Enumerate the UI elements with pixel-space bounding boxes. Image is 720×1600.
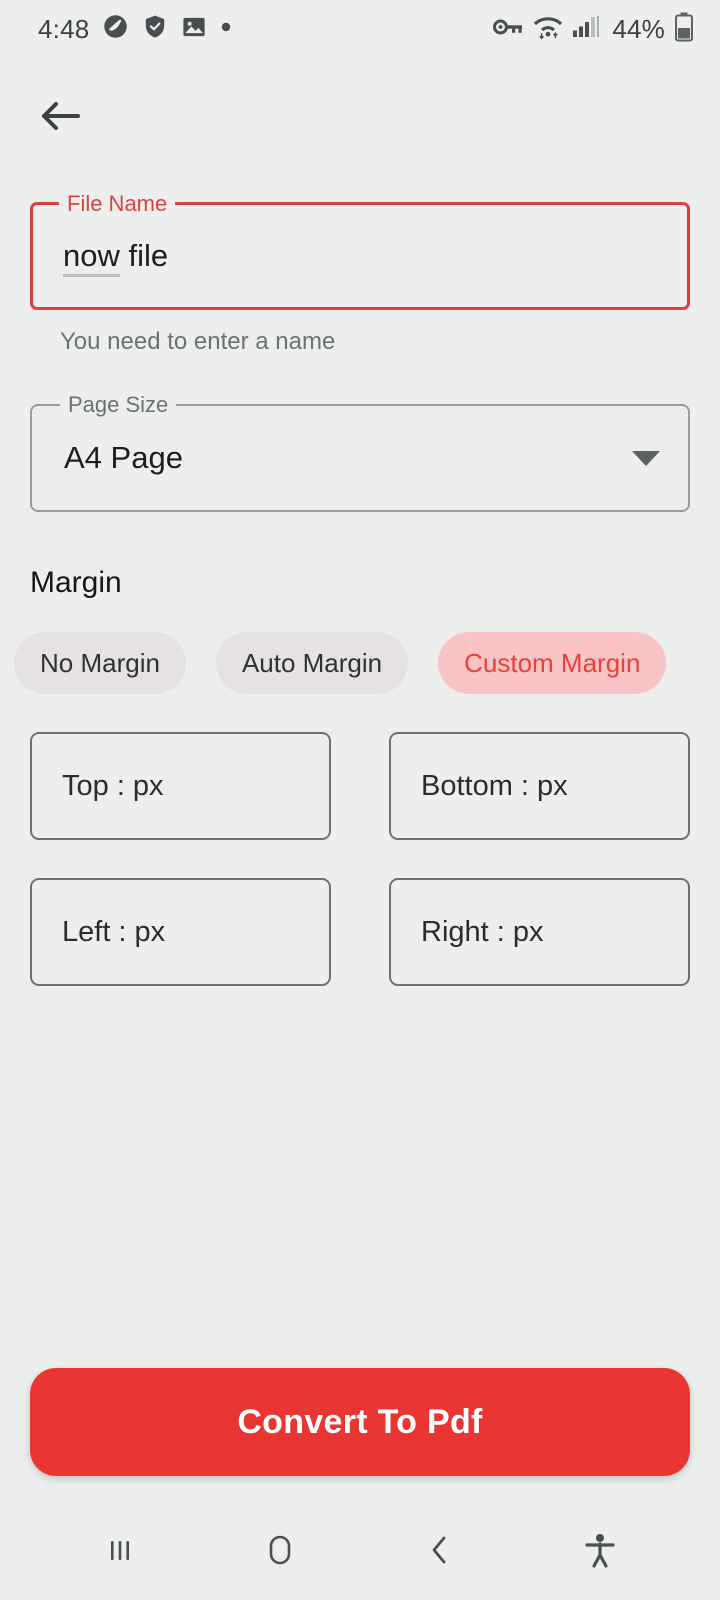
- image-icon: [181, 14, 207, 45]
- page-size-value: A4 Page: [64, 440, 183, 475]
- margin-input-top[interactable]: Top : px: [30, 732, 331, 840]
- wifi-icon: [533, 13, 563, 45]
- back-navigation-button[interactable]: [32, 90, 88, 146]
- chip-auto-margin[interactable]: Auto Margin: [215, 632, 409, 694]
- file-name-value: now file: [63, 238, 169, 277]
- home-icon: [260, 1530, 300, 1575]
- primary-action-container: Convert To Pdf: [30, 1368, 690, 1504]
- shield-check-icon: [142, 13, 168, 45]
- main-content: File Name now file You need to enter a n…: [0, 156, 720, 1504]
- file-name-composing-text: now: [63, 238, 120, 277]
- recents-icon: [103, 1533, 137, 1572]
- file-name-helper-text: You need to enter a name: [60, 328, 336, 355]
- back-button[interactable]: [397, 1509, 483, 1595]
- status-bar-right: 44%: [492, 12, 694, 47]
- system-navigation-bar: [0, 1504, 720, 1600]
- cellular-signal-icon: [572, 13, 600, 45]
- page-size-dropdown[interactable]: Page Size A4 Page: [30, 391, 690, 512]
- back-arrow-icon: [38, 97, 82, 140]
- do-not-disturb-icon: [102, 13, 129, 45]
- status-time: 4:48: [38, 13, 90, 44]
- margin-section-title: Margin: [30, 566, 122, 599]
- file-name-remaining-text: file: [119, 238, 169, 273]
- accessibility-button[interactable]: [557, 1509, 643, 1595]
- chip-no-margin[interactable]: No Margin: [14, 632, 186, 694]
- accessibility-icon: [583, 1531, 617, 1574]
- file-name-field[interactable]: File Name now file: [30, 190, 690, 310]
- chip-custom-margin[interactable]: Custom Margin: [438, 632, 667, 694]
- margin-input-bottom[interactable]: Bottom : px: [389, 732, 690, 840]
- status-bar-left: 4:48: [38, 13, 232, 45]
- vpn-key-icon: [492, 14, 524, 45]
- battery-icon: [674, 12, 694, 47]
- recents-button[interactable]: [77, 1509, 163, 1595]
- margin-input-right[interactable]: Right : px: [389, 878, 690, 986]
- status-bar: 4:48 44%: [0, 0, 720, 58]
- home-button[interactable]: [237, 1509, 323, 1595]
- battery-percentage: 44%: [612, 13, 665, 44]
- margin-mode-chip-group: No Margin Auto Margin Custom Margin: [14, 632, 690, 694]
- convert-to-pdf-button[interactable]: Convert To Pdf: [30, 1368, 690, 1476]
- app-bar: [0, 80, 720, 156]
- custom-margin-inputs: Top : px Bottom : px Left : px Right : p…: [30, 732, 690, 986]
- page-size-label: Page Size: [60, 391, 177, 419]
- back-icon: [423, 1531, 457, 1574]
- margin-input-left[interactable]: Left : px: [30, 878, 331, 986]
- app-screen: 4:48 44% File Name now file You need to …: [0, 0, 720, 1600]
- dot-icon: [220, 20, 232, 38]
- file-name-label: File Name: [59, 190, 176, 218]
- chevron-down-icon[interactable]: [632, 450, 660, 466]
